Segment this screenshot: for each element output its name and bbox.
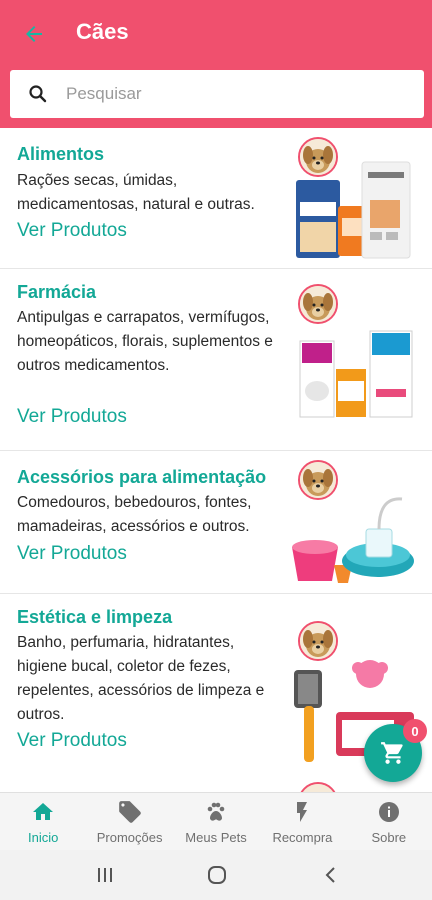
home-icon — [33, 803, 54, 820]
nav-label: Inicio — [28, 830, 59, 845]
category-description: Antipulgas e carrapatos, vermífugos, hom… — [17, 309, 273, 374]
category-description: Rações secas, úmidas, medicamentosas, na… — [17, 172, 255, 213]
category-alimentos[interactable]: Alimentos Rações secas, úmidas, medicame… — [0, 128, 432, 269]
category-list[interactable]: Alimentos Rações secas, úmidas, medicame… — [0, 128, 432, 792]
view-products-link[interactable]: Ver Produtos — [17, 543, 127, 565]
tags-icon — [118, 801, 141, 823]
dog-face-icon — [300, 784, 336, 792]
bolt-icon — [297, 802, 308, 822]
view-products-link[interactable]: Ver Produtos — [17, 406, 127, 428]
app-header: Cães — [0, 0, 432, 128]
dog-food-bags-icon — [296, 161, 411, 259]
home-circle-icon — [208, 866, 226, 884]
home-system-button[interactable] — [204, 862, 230, 888]
back-button[interactable] — [20, 20, 48, 48]
nav-item-meus-pets[interactable]: Meus Pets — [173, 793, 259, 850]
bottom-navigation: Inicio Promoções Meus Pets Recompra Sobr… — [0, 792, 432, 850]
dog-avatar — [298, 621, 338, 661]
pet-medicine-boxes-icon — [299, 330, 413, 418]
dog-avatar — [298, 284, 338, 324]
nav-item-inicio[interactable]: Inicio — [0, 793, 86, 850]
category-description: Banho, perfumaria, hidratantes, higiene … — [17, 634, 265, 723]
pet-bowls-fountain-icon — [292, 497, 414, 583]
info-icon — [378, 802, 399, 822]
view-products-link[interactable]: Ver Produtos — [17, 220, 127, 242]
back-system-button[interactable] — [318, 862, 344, 888]
search-input[interactable] — [66, 80, 406, 108]
search-bar[interactable] — [10, 70, 424, 118]
page-title: Cães — [76, 19, 129, 44]
recent-apps-button[interactable] — [92, 862, 118, 888]
nav-label: Recompra — [272, 830, 333, 845]
category-farmacia[interactable]: Farmácia Antipulgas e carrapatos, vermíf… — [0, 269, 432, 451]
paw-icon — [207, 802, 225, 821]
nav-item-sobre[interactable]: Sobre — [346, 793, 432, 850]
nav-item-promocoes[interactable]: Promoções — [86, 793, 172, 850]
category-title: Estética e limpeza — [17, 607, 173, 627]
category-acessorios-alimentacao[interactable]: Acessórios para alimentação Comedouros, … — [0, 451, 432, 594]
arrow-left-icon — [26, 26, 42, 42]
system-navigation-bar — [0, 850, 432, 900]
cart-count-badge: 0 — [403, 719, 427, 743]
search-icon — [29, 85, 47, 103]
category-description: Comedouros, bebedouros, fontes, mamadeir… — [17, 494, 252, 535]
chevron-left-icon — [325, 867, 335, 883]
cart-icon — [381, 742, 403, 764]
category-title: Farmácia — [17, 282, 97, 302]
nav-item-recompra[interactable]: Recompra — [259, 793, 345, 850]
dog-face-icon — [300, 286, 336, 322]
category-title: Alimentos — [17, 144, 105, 164]
category-title: Acessórios para alimentação — [17, 467, 267, 487]
nav-label: Sobre — [371, 830, 407, 845]
nav-label: Promoções — [96, 830, 163, 845]
recent-apps-icon — [98, 868, 112, 882]
view-products-link[interactable]: Ver Produtos — [17, 730, 127, 752]
nav-label: Meus Pets — [185, 830, 247, 845]
dog-face-icon — [300, 623, 336, 659]
